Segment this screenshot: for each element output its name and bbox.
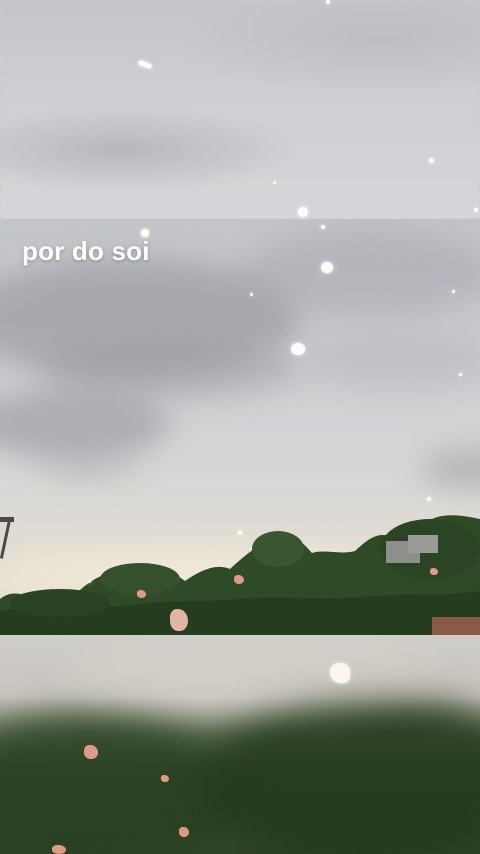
sparkle: [291, 343, 305, 355]
video-frame: por do soi: [0, 0, 480, 854]
sparkle: [321, 225, 325, 229]
petal: [430, 568, 438, 575]
petal: [179, 827, 189, 837]
blurred-backdrop-bottom: [0, 635, 480, 854]
sparkle: [250, 293, 253, 296]
petal: [170, 609, 188, 631]
petal: [137, 590, 146, 598]
tree-line: [0, 515, 480, 635]
sparkle: [238, 531, 242, 535]
sparkle: [474, 208, 478, 212]
blurred-sky: [60, 635, 440, 705]
caption-text: por do soi: [22, 236, 150, 266]
blurred-foliage: [200, 695, 480, 854]
blurred-backdrop-top: [0, 0, 480, 219]
sparkle: [452, 290, 455, 293]
petal: [161, 775, 169, 782]
sparkle: [427, 497, 431, 501]
sparkle: [298, 207, 308, 217]
sky-photo: [0, 219, 480, 635]
sparkle: [141, 229, 149, 237]
petal: [84, 745, 98, 759]
sparkle: [88, 580, 91, 583]
sparkle: [429, 158, 434, 163]
sparkle: [273, 181, 276, 184]
sparkle: [330, 663, 350, 683]
petal: [52, 845, 66, 854]
sparkle: [459, 373, 462, 376]
petal: [234, 575, 244, 584]
sparkle: [326, 0, 330, 4]
sparkle: [321, 262, 333, 273]
